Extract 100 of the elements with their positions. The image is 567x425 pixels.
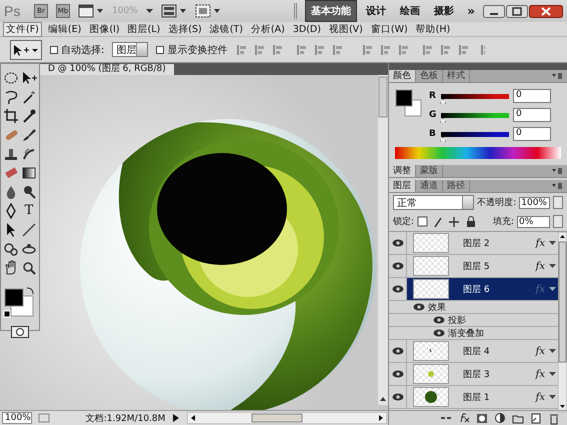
visibility-eye-icon[interactable] [392,393,404,401]
panel-menu-icon[interactable] [551,72,563,80]
lasso-icon[interactable] [3,89,19,105]
visibility-eye-icon[interactable] [392,262,404,270]
view-extras-icon[interactable] [78,4,104,18]
opacity-slider-button[interactable] [553,196,563,209]
more-workspaces-button[interactable]: » [467,4,475,18]
menu-item[interactable]: 3D(D) [290,24,323,34]
color-spectrum[interactable] [395,147,561,159]
color-swatches-icon[interactable] [395,89,423,119]
caret-icon[interactable] [549,348,556,354]
visibility-eye-icon[interactable] [433,316,445,324]
menu-item[interactable]: 编辑(E) [46,22,84,36]
caret-icon[interactable] [549,372,556,376]
magic-wand-icon[interactable] [21,89,37,105]
visibility-eye-icon[interactable] [392,285,404,293]
quick-mask-icon[interactable] [11,326,29,338]
panel-tab[interactable]: 路径 [443,180,470,192]
panel-tab[interactable]: 图层 [389,180,416,192]
arrange-documents-icon[interactable] [160,4,187,18]
fill-field[interactable]: 0% [517,216,550,228]
menu-item[interactable]: 文件(F) [3,22,42,36]
minimize-icon[interactable] [483,4,505,18]
caret-icon[interactable] [549,286,556,292]
play-icon[interactable] [171,413,182,423]
value-field[interactable]: 0 [513,127,551,141]
value-field[interactable]: 0 [513,89,551,103]
panel-tab[interactable]: 样式 [443,70,470,82]
panel-menu-icon[interactable] [551,182,563,190]
layer-row[interactable]: 图层 3 fx [389,363,558,386]
panel-tab[interactable]: 色板 [416,70,443,82]
panel-tab[interactable]: 调整 [389,165,416,177]
caret-icon[interactable] [549,264,556,268]
workspace-tab[interactable]: 设计 [361,0,392,22]
menu-item[interactable]: 分析(A) [248,22,287,36]
value-field[interactable]: 0 [513,108,551,122]
menu-item[interactable]: 视图(V) [326,22,365,36]
caret-icon[interactable] [146,8,153,14]
screen-mode-icon[interactable] [194,4,221,18]
maximize-icon[interactable] [506,4,528,18]
visibility-eye-icon[interactable] [392,370,404,378]
mask-icon[interactable] [475,412,489,424]
slider-thumb[interactable] [440,118,446,122]
menu-item[interactable]: 选择(S) [166,22,204,36]
menu-item[interactable]: 窗口(W) [368,22,410,36]
adjustment-icon[interactable] [493,412,507,424]
new-layer-icon[interactable] [529,412,543,424]
horizontal-scrollbar[interactable] [187,412,388,424]
layer-row[interactable]: 图层 4 fx [389,340,558,363]
visibility-eye-icon[interactable] [433,329,445,337]
visibility-eye-icon[interactable] [413,303,425,311]
vertical-scrollbar[interactable] [378,75,388,405]
workspace-tab[interactable]: 基本功能 [305,0,358,22]
layer-name: 图层 2 [462,238,491,250]
gradient-icon[interactable] [21,165,37,181]
move-icon[interactable] [21,70,37,86]
layer-row[interactable]: 图层 1 fx [389,386,558,409]
close-icon[interactable] [529,4,563,18]
slider-thumb[interactable] [440,98,446,104]
checkbox[interactable] [50,46,58,54]
layer-row[interactable]: 图层 6 fx [389,278,558,301]
vertical-scrollbar[interactable] [558,232,567,412]
panel-tab[interactable]: 蒙版 [416,165,443,177]
menu-item[interactable]: 滤镜(T) [208,22,245,36]
type-tool[interactable]: T [21,203,37,219]
menu-item[interactable]: 帮助(H) [414,22,452,36]
visibility-eye-icon[interactable] [392,239,404,247]
line-icon[interactable] [21,222,37,238]
caret-icon[interactable] [549,240,556,246]
layer-thumbnail [413,256,449,276]
brush-icon[interactable] [21,127,37,143]
marquee-icon[interactable] [3,70,19,86]
slider-thumb[interactable] [440,136,446,142]
crop-icon[interactable] [3,108,19,124]
history-brush-icon[interactable] [21,146,37,162]
panel-tab[interactable]: 通道 [416,180,443,192]
tool-preset-picker[interactable] [10,40,42,60]
dodge-icon[interactable] [21,184,37,200]
checkbox[interactable] [156,46,164,54]
auto-select-dropdown[interactable]: 图层 [112,42,148,57]
workspace-tab[interactable]: 摄影 [429,0,460,22]
zoom-icon[interactable] [21,260,37,276]
blend-mode-dropdown[interactable]: 正常 [393,195,474,210]
document-icon[interactable] [38,413,50,423]
rotate-3d-icon[interactable] [3,241,19,257]
document-tab[interactable]: D @ 100% (图层 6, RGB/8) [40,64,174,75]
trash-icon[interactable] [547,412,561,424]
opacity-field[interactable]: 100% [519,196,550,208]
caret-icon[interactable] [549,394,556,400]
eyedropper-icon[interactable] [21,108,37,124]
panel-menu-icon[interactable] [551,167,563,175]
panel-tab[interactable]: 颜色 [389,70,416,82]
stamp-icon[interactable] [3,146,19,162]
visibility-eye-icon[interactable] [392,347,404,355]
zoom-field[interactable]: 100% [2,412,32,424]
workspace-tab[interactable]: 绘画 [395,0,426,22]
layer-row[interactable]: 图层 2 fx [389,232,558,255]
menu-item[interactable]: 图像(I) [87,22,122,36]
menu-item[interactable]: 图层(L) [126,22,162,36]
fill-slider-button[interactable] [553,215,563,228]
